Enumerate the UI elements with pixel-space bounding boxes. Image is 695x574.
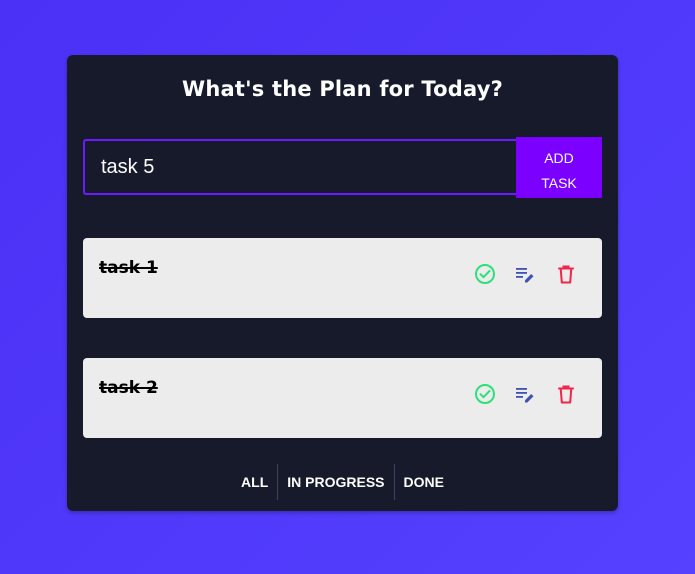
page-title: What's the Plan for Today? [182,77,503,101]
add-task-label-line2: TASK [541,174,577,191]
task-item: task 2 [83,358,602,438]
edit-icon[interactable] [513,382,537,406]
filter-bar: ALL IN PROGRESS DONE [67,464,618,500]
check-circle-icon[interactable] [473,382,497,406]
todo-card: What's the Plan for Today? ADD TASK task… [67,55,618,511]
filter-done-button[interactable]: DONE [395,464,453,500]
task-item: task 1 [83,238,602,318]
task-input[interactable] [83,139,516,195]
trash-icon[interactable] [554,262,578,286]
filter-all-button[interactable]: ALL [232,464,277,500]
add-task-button[interactable]: ADD TASK [516,137,602,198]
filter-in-progress-button[interactable]: IN PROGRESS [278,464,393,500]
check-circle-icon[interactable] [473,262,497,286]
trash-icon[interactable] [554,382,578,406]
task-text[interactable]: task 2 [99,378,158,398]
edit-icon[interactable] [513,262,537,286]
task-text[interactable]: task 1 [99,258,158,278]
add-task-label-line1: ADD [544,149,574,166]
